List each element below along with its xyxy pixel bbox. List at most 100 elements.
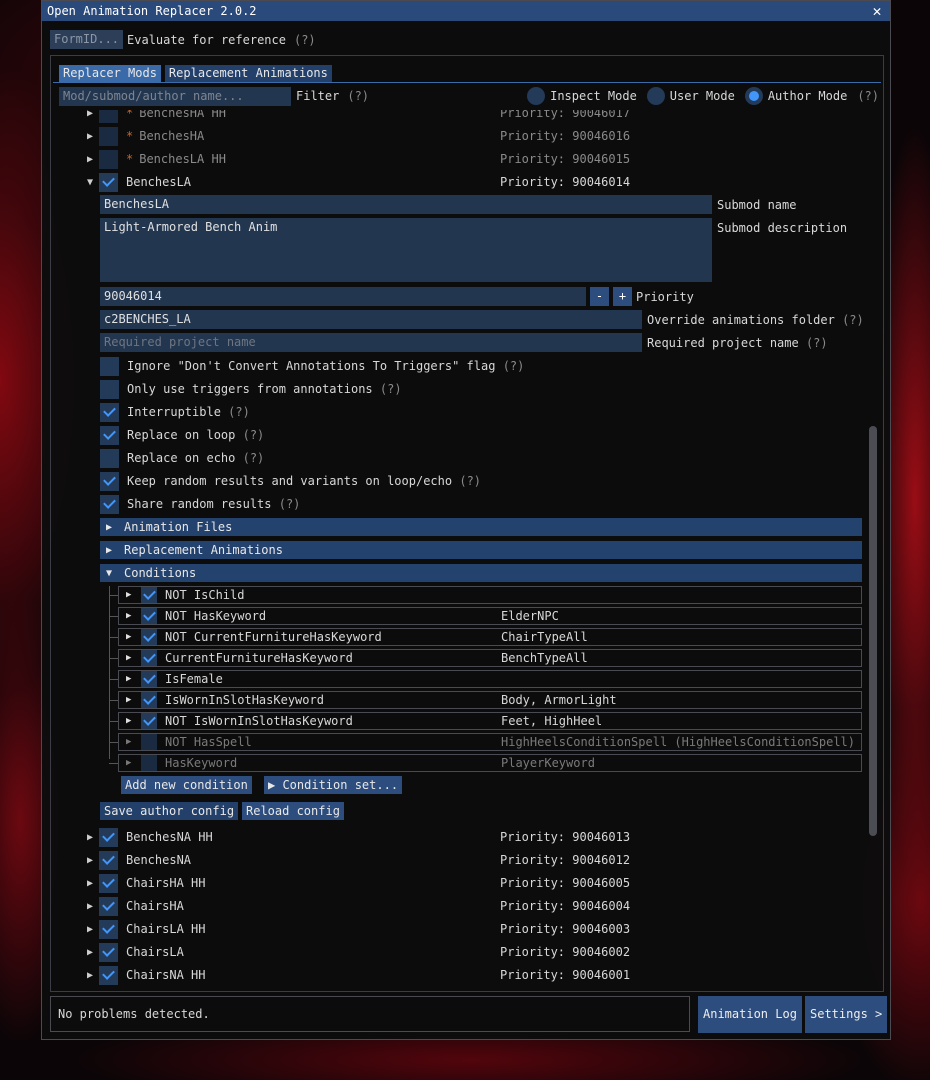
animation-log-button[interactable]: Animation Log <box>698 996 802 1033</box>
collapse-arrow-icon[interactable]: ▶ <box>87 131 99 142</box>
option-replace-on-loop[interactable]: Replace on loop (?) <box>100 425 264 445</box>
submod-checkbox[interactable] <box>99 149 118 169</box>
condition-checkbox[interactable] <box>141 734 157 750</box>
close-icon[interactable]: ✕ <box>870 2 884 20</box>
modes-help[interactable]: (?) <box>857 89 879 103</box>
reload-config-button[interactable]: Reload config <box>242 802 344 820</box>
expand-arrow-icon[interactable]: ▼ <box>87 177 99 188</box>
collapse-arrow-icon[interactable]: ▶ <box>87 154 99 165</box>
condition-checkbox[interactable] <box>141 650 157 666</box>
option-checkbox[interactable] <box>100 402 119 422</box>
folder-help[interactable]: (?) <box>842 313 864 327</box>
condition-row[interactable]: ▶ IsFemale <box>118 670 862 688</box>
formid-input[interactable]: FormID... <box>50 30 124 49</box>
submod-row[interactable]: ▶ * BenchesLA HH Priority: 90046015 <box>87 149 630 169</box>
option-checkbox[interactable] <box>100 379 119 399</box>
submod-row[interactable]: ▶ ChairsHA HH Priority: 90046005 <box>87 873 630 893</box>
filter-help[interactable]: (?) <box>347 89 369 103</box>
option-checkbox[interactable] <box>100 425 119 445</box>
option-replace-on-echo[interactable]: Replace on echo (?) <box>100 448 264 468</box>
submod-checkbox[interactable] <box>99 873 118 893</box>
collapse-arrow-icon[interactable]: ▶ <box>87 924 99 935</box>
option-help[interactable]: (?) <box>380 382 402 396</box>
option-help[interactable]: (?) <box>243 451 265 465</box>
submod-checkbox[interactable] <box>99 896 118 916</box>
collapse-arrow-icon[interactable]: ▶ <box>87 901 99 912</box>
option-help[interactable]: (?) <box>243 428 265 442</box>
condition-checkbox[interactable] <box>141 629 157 645</box>
replacement-animations-header[interactable]: ▶ Replacement Animations <box>100 541 862 559</box>
condition-checkbox[interactable] <box>141 671 157 687</box>
list-scrollbar[interactable] <box>869 426 877 836</box>
option-checkbox[interactable] <box>100 471 119 491</box>
submod-checkbox[interactable] <box>99 110 118 123</box>
submod-row[interactable]: ▶ * BenchesHA Priority: 90046016 <box>87 126 630 146</box>
submod-row[interactable]: ▶ BenchesNA Priority: 90046012 <box>87 850 630 870</box>
condition-expand-icon[interactable]: ▶ <box>126 674 141 684</box>
priority-input[interactable]: 90046014 <box>100 287 586 306</box>
collapse-arrow-icon[interactable]: ▶ <box>87 110 99 119</box>
condition-row[interactable]: ▶ NOT IsChild <box>118 586 862 604</box>
condition-expand-icon[interactable]: ▶ <box>126 695 141 705</box>
submod-checkbox[interactable] <box>99 827 118 847</box>
inspect-mode-radio[interactable] <box>527 87 546 105</box>
condition-expand-icon[interactable]: ▶ <box>126 590 141 600</box>
tab-replacement-animations[interactable]: Replacement Animations <box>164 65 332 82</box>
submod-checkbox[interactable] <box>99 126 118 146</box>
condition-checkbox[interactable] <box>141 755 157 771</box>
priority-increment-button[interactable]: + <box>613 287 632 306</box>
collapse-arrow-icon[interactable]: ▶ <box>87 832 99 843</box>
submod-checkbox[interactable] <box>99 942 118 962</box>
condition-checkbox[interactable] <box>141 608 157 624</box>
submod-row-expanded[interactable]: ▼ BenchesLA Priority: 90046014 <box>87 172 630 192</box>
submod-row[interactable]: ▶ ChairsHA Priority: 90046004 <box>87 896 630 916</box>
submod-row[interactable]: ▶ * BenchesHA HH Priority: 90046017 <box>87 110 630 123</box>
condition-expand-icon[interactable]: ▶ <box>126 758 141 768</box>
condition-expand-icon[interactable]: ▶ <box>126 737 141 747</box>
condition-row[interactable]: ▶ CurrentFurnitureHasKeyword BenchTypeAll <box>118 649 862 667</box>
condition-set-button[interactable]: ▶ Condition set... <box>264 776 403 794</box>
add-condition-button[interactable]: Add new condition <box>121 776 252 794</box>
conditions-header[interactable]: ▼ Conditions <box>100 564 862 582</box>
option-help[interactable]: (?) <box>459 474 481 488</box>
animation-files-header[interactable]: ▶ Animation Files <box>100 518 862 536</box>
submod-row[interactable]: ▶ ChairsLA HH Priority: 90046003 <box>87 919 630 939</box>
submod-row[interactable]: ▶ ChairsNA HH Priority: 90046001 <box>87 965 630 985</box>
priority-decrement-button[interactable]: - <box>590 287 609 306</box>
submod-description-input[interactable]: Light-Armored Bench Anim <box>100 218 712 282</box>
save-author-config-button[interactable]: Save author config <box>100 802 239 820</box>
condition-row[interactable]: ▶ NOT CurrentFurnitureHasKeyword ChairType… <box>118 628 862 646</box>
collapse-arrow-icon[interactable]: ▶ <box>87 970 99 981</box>
condition-expand-icon[interactable]: ▶ <box>126 716 141 726</box>
animations-folder-input[interactable]: c2BENCHES_LA <box>100 310 642 329</box>
option-checkbox[interactable] <box>100 356 119 376</box>
condition-expand-icon[interactable]: ▶ <box>126 611 141 621</box>
user-mode-radio[interactable] <box>646 87 665 105</box>
condition-checkbox[interactable] <box>141 587 157 603</box>
submod-name-input[interactable]: BenchesLA <box>100 195 712 214</box>
option-interruptible[interactable]: Interruptible (?) <box>100 402 250 422</box>
submod-checkbox[interactable] <box>99 919 118 939</box>
condition-row[interactable]: ▶ NOT HasKeyword ElderNPC <box>118 607 862 625</box>
option-share-random[interactable]: Share random results (?) <box>100 494 300 514</box>
submod-checkbox[interactable] <box>99 172 118 192</box>
option-keep-random[interactable]: Keep random results and variants on loop… <box>100 471 481 491</box>
submod-checkbox[interactable] <box>99 965 118 985</box>
collapse-arrow-icon[interactable]: ▶ <box>87 878 99 889</box>
option-checkbox[interactable] <box>100 448 119 468</box>
condition-row-disabled[interactable]: ▶ HasKeyword PlayerKeyword <box>118 754 862 772</box>
collapse-arrow-icon[interactable]: ▶ <box>87 947 99 958</box>
submod-row[interactable]: ▶ ChairsLA Priority: 90046002 <box>87 942 630 962</box>
condition-expand-icon[interactable]: ▶ <box>126 632 141 642</box>
title-bar[interactable]: Open Animation Replacer 2.0.2 ✕ <box>42 1 890 21</box>
submod-checkbox[interactable] <box>99 850 118 870</box>
option-only-triggers[interactable]: Only use triggers from annotations (?) <box>100 379 402 399</box>
evaluate-help[interactable]: (?) <box>294 33 316 47</box>
submod-row[interactable]: ▶ BenchesNA HH Priority: 90046013 <box>87 827 630 847</box>
author-mode-radio[interactable] <box>744 87 763 105</box>
condition-checkbox[interactable] <box>141 692 157 708</box>
option-ignore-flag[interactable]: Ignore "Don't Convert Annotations To Tri… <box>100 356 524 376</box>
condition-row-disabled[interactable]: ▶ NOT HasSpell HighHeelsConditionSpell (Hi… <box>118 733 862 751</box>
filter-input[interactable]: Mod/submod/author name... <box>59 86 291 106</box>
condition-expand-icon[interactable]: ▶ <box>126 653 141 663</box>
